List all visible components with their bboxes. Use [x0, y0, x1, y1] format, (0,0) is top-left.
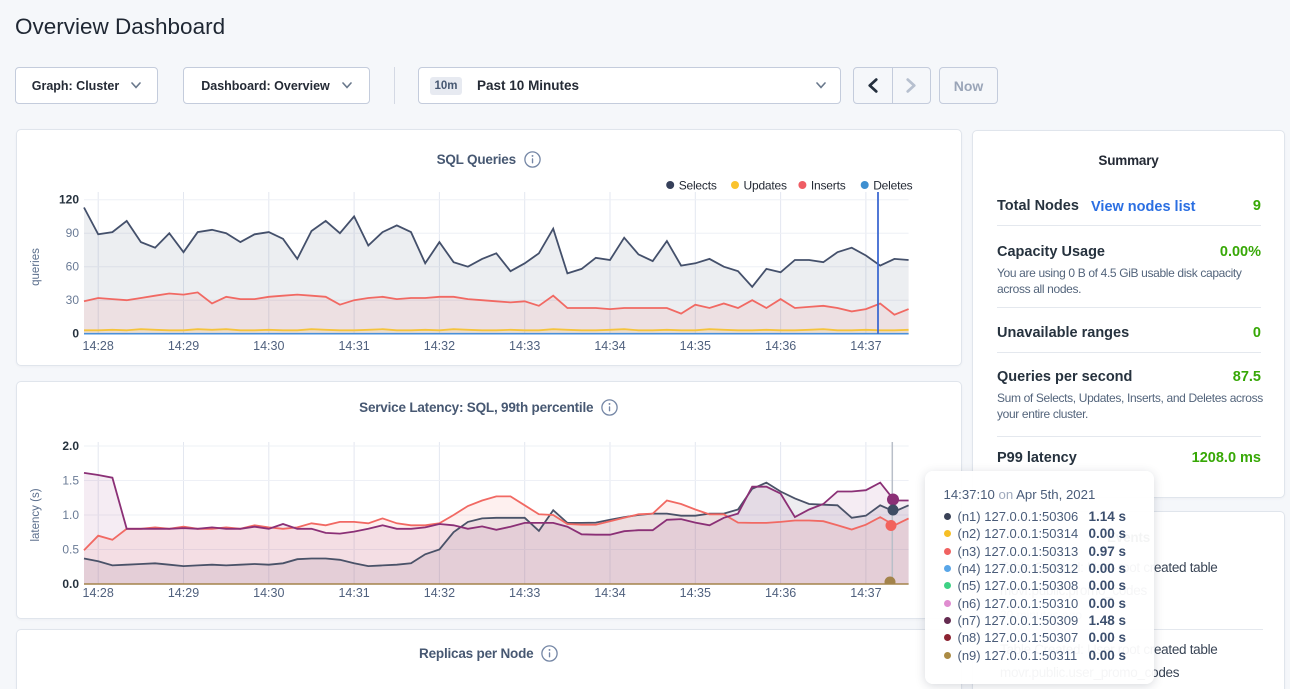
- svg-text:Selects: Selects: [679, 179, 717, 193]
- svg-text:14:30: 14:30: [253, 339, 284, 353]
- svg-text:14:34: 14:34: [594, 339, 625, 353]
- svg-text:Deletes: Deletes: [873, 179, 912, 193]
- svg-text:1.0: 1.0: [62, 508, 79, 522]
- svg-text:1.5: 1.5: [62, 474, 79, 488]
- svg-text:14:36: 14:36: [765, 586, 796, 600]
- svg-text:0.5: 0.5: [62, 543, 79, 557]
- svg-text:latency (s): latency (s): [30, 488, 42, 541]
- svg-text:14:33: 14:33: [509, 586, 540, 600]
- svg-text:14:32: 14:32: [424, 339, 455, 353]
- svg-text:14:29: 14:29: [168, 586, 199, 600]
- svg-text:0: 0: [72, 327, 79, 341]
- svg-text:14:29: 14:29: [168, 339, 199, 353]
- svg-text:14:37: 14:37: [850, 339, 881, 353]
- svg-text:14:32: 14:32: [424, 586, 455, 600]
- svg-text:queries: queries: [30, 248, 42, 286]
- svg-text:14:28: 14:28: [83, 339, 114, 353]
- svg-text:14:31: 14:31: [338, 586, 369, 600]
- svg-text:Updates: Updates: [744, 179, 787, 193]
- svg-text:14:34: 14:34: [594, 586, 625, 600]
- svg-text:14:33: 14:33: [509, 339, 540, 353]
- svg-text:0.0: 0.0: [62, 577, 79, 591]
- svg-text:14:36: 14:36: [765, 339, 796, 353]
- svg-text:14:31: 14:31: [338, 339, 369, 353]
- svg-text:90: 90: [66, 226, 80, 240]
- svg-text:14:28: 14:28: [83, 586, 114, 600]
- svg-text:120: 120: [59, 193, 79, 207]
- svg-text:2.0: 2.0: [62, 439, 79, 453]
- svg-text:14:35: 14:35: [680, 586, 711, 600]
- svg-text:Inserts: Inserts: [811, 179, 846, 193]
- svg-text:30: 30: [66, 293, 80, 307]
- svg-text:14:30: 14:30: [253, 586, 284, 600]
- svg-text:60: 60: [66, 260, 80, 274]
- svg-text:14:37: 14:37: [850, 586, 881, 600]
- svg-text:14:35: 14:35: [680, 339, 711, 353]
